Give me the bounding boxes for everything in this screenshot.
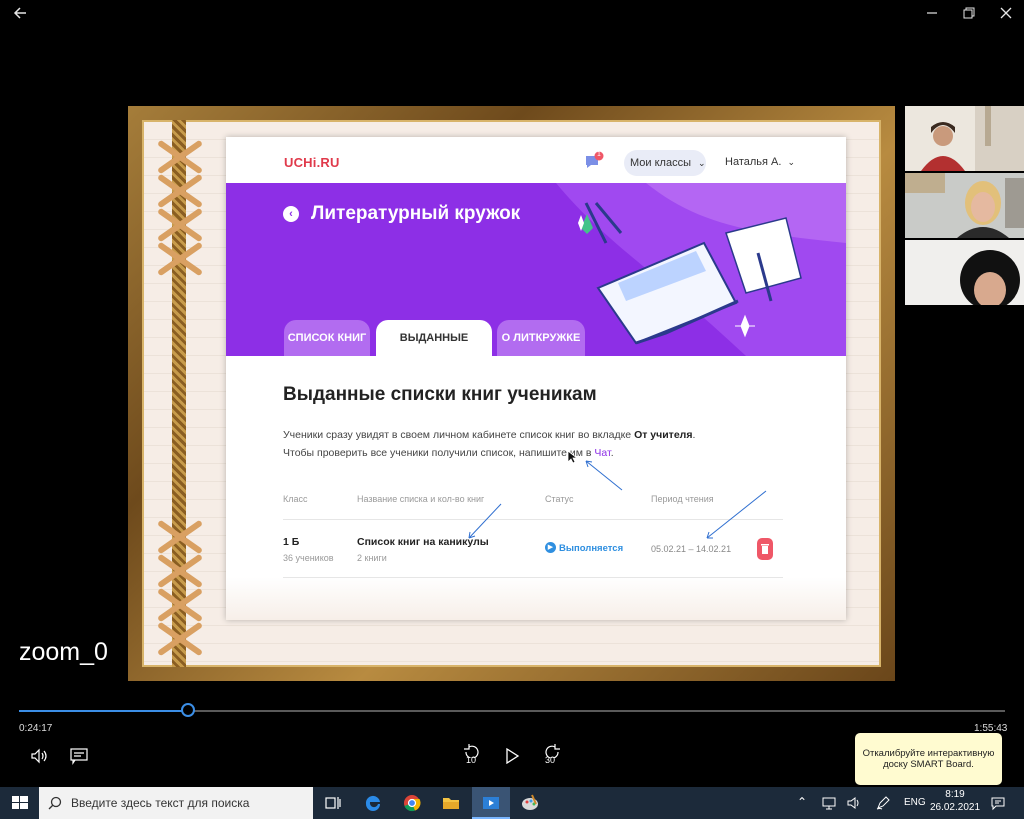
back-button[interactable] bbox=[8, 2, 32, 24]
volume-button[interactable] bbox=[29, 746, 49, 766]
task-view-icon bbox=[325, 797, 341, 809]
video-player-taskbar-button[interactable] bbox=[472, 787, 510, 819]
close-icon bbox=[1000, 7, 1012, 19]
file-explorer-button[interactable] bbox=[441, 793, 461, 813]
palette-icon bbox=[522, 794, 538, 810]
paint-button[interactable] bbox=[520, 793, 540, 813]
minimize-button[interactable] bbox=[920, 2, 944, 24]
lace-decoration-top bbox=[150, 139, 212, 277]
forward-seconds: 30 bbox=[545, 755, 556, 765]
pen-icon bbox=[876, 796, 890, 810]
minimize-icon bbox=[927, 12, 937, 14]
play-icon bbox=[506, 747, 520, 765]
seek-progress bbox=[19, 710, 188, 712]
taskbar-search[interactable]: Введите здесь текст для поиска bbox=[39, 787, 313, 819]
participant-video-1[interactable] bbox=[905, 106, 1024, 171]
start-button[interactable] bbox=[10, 793, 30, 813]
edge-button[interactable] bbox=[363, 793, 383, 813]
network-icon bbox=[822, 797, 836, 810]
rewind-button[interactable]: 10 bbox=[461, 744, 483, 768]
task-view-button[interactable] bbox=[323, 793, 343, 813]
subtitles-button[interactable] bbox=[69, 746, 89, 766]
card-bottom-fade bbox=[226, 577, 846, 620]
pen-button[interactable] bbox=[875, 795, 891, 811]
current-time: 0:24:17 bbox=[19, 723, 53, 734]
search-icon bbox=[48, 796, 62, 810]
action-center-button[interactable] bbox=[990, 795, 1006, 811]
participant-avatar bbox=[905, 173, 1024, 238]
play-button[interactable] bbox=[504, 747, 520, 765]
restore-button[interactable] bbox=[957, 2, 981, 24]
forward-button[interactable]: 30 bbox=[541, 744, 563, 768]
chevron-up-icon[interactable]: ⌃ bbox=[797, 795, 807, 809]
folder-icon bbox=[443, 798, 459, 809]
rewind-seconds: 10 bbox=[466, 755, 477, 765]
notification-toast[interactable]: Откалибруйте интерактивную доску SMART B… bbox=[855, 733, 1002, 785]
notification-center-icon bbox=[991, 797, 1005, 811]
language-indicator[interactable]: ENG bbox=[904, 797, 926, 808]
participant-name: zoom_0 bbox=[19, 638, 108, 666]
clock-date: 26.02.2021 bbox=[929, 802, 981, 813]
seek-handle[interactable] bbox=[180, 703, 195, 717]
chrome-button[interactable] bbox=[402, 793, 422, 813]
clock[interactable]: 8:19 26.02.2021 bbox=[926, 789, 984, 813]
close-button[interactable] bbox=[994, 2, 1018, 24]
toast-text: Откалибруйте интерактивную доску SMART B… bbox=[862, 747, 995, 770]
windows-logo-icon bbox=[12, 796, 28, 809]
speaker-icon bbox=[847, 797, 859, 809]
video-player-icon bbox=[483, 797, 499, 809]
participant-avatar bbox=[905, 240, 1024, 305]
volume-icon bbox=[31, 748, 47, 764]
chrome-icon bbox=[404, 795, 421, 812]
network-button[interactable] bbox=[821, 795, 837, 811]
edge-icon bbox=[365, 795, 380, 811]
arrow-left-icon bbox=[13, 7, 26, 19]
search-placeholder: Введите здесь текст для поиска bbox=[71, 796, 250, 810]
participant-video-2[interactable] bbox=[905, 173, 1024, 238]
speaker-button[interactable] bbox=[846, 795, 862, 811]
annotation-arrows bbox=[468, 460, 767, 539]
participant-avatar bbox=[905, 106, 1024, 171]
restore-icon bbox=[963, 7, 975, 19]
subtitles-icon bbox=[70, 748, 88, 765]
participant-video-3[interactable] bbox=[905, 240, 1024, 305]
uchi-app-screenshot: UCHi.RU 1 Мои классы ⌄ Наталья А. ⌄ ‹ Ли… bbox=[226, 137, 846, 620]
clock-time: 8:19 bbox=[945, 789, 965, 800]
lace-decoration-bottom bbox=[150, 519, 212, 657]
